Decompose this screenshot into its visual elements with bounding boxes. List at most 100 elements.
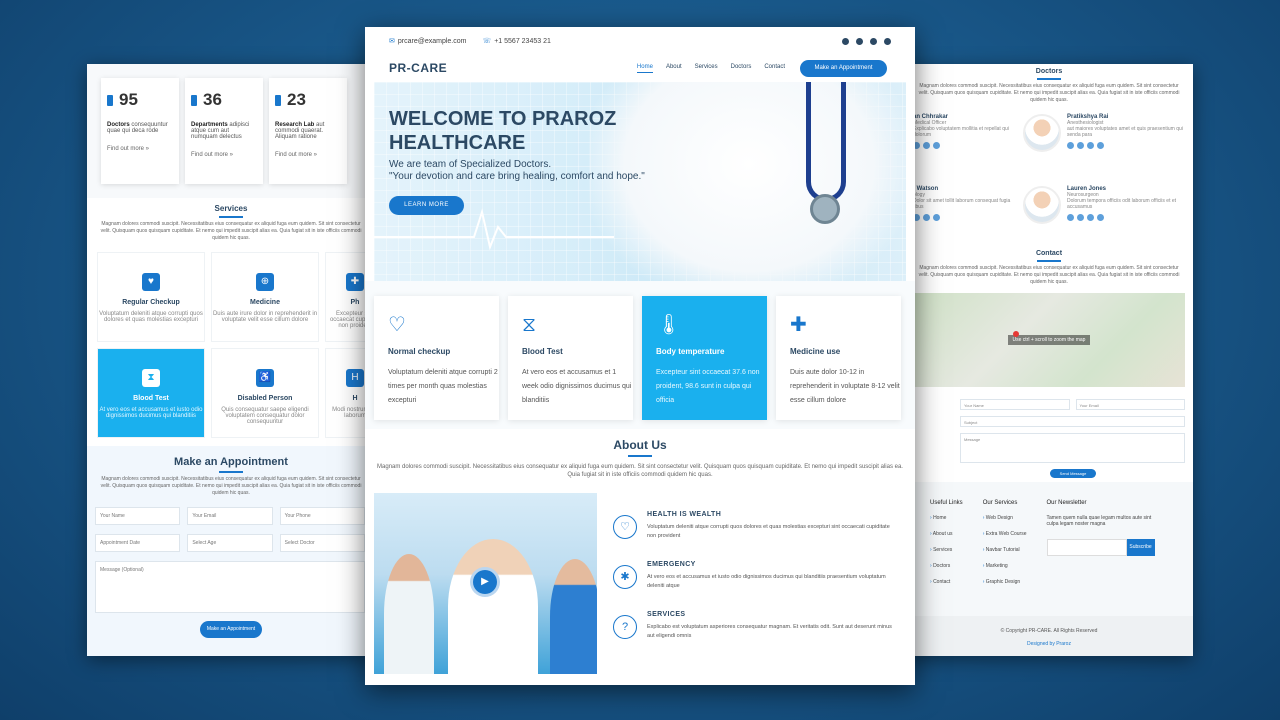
footer-link[interactable]: Navbar Tutorial — [983, 547, 1027, 553]
contact-section: Contact Magnam dolores commodi suscipit.… — [905, 244, 1193, 478]
feature-card[interactable]: ✚ Medicine use Duis aute dolor 10-12 in re… — [776, 296, 901, 420]
date-field[interactable]: Appointment Date — [95, 534, 181, 552]
social-icon[interactable] — [923, 142, 930, 149]
footer-link[interactable]: Doctors — [930, 563, 963, 569]
feature-card[interactable]: ⧖ Blood Test At vero eos et accusamus et 1… — [508, 296, 633, 420]
subscribe-button[interactable]: Subscribe — [1126, 539, 1155, 556]
message-field[interactable]: Message (Optional) — [95, 561, 365, 613]
feature-title: Body temperature — [656, 347, 725, 356]
social-icon[interactable] — [1097, 214, 1104, 221]
about-item-desc: Explicabo est voluptatum asperiores cons… — [647, 624, 892, 639]
doctor-select[interactable]: Select Doctor — [279, 534, 365, 552]
footer-link[interactable]: Contact — [930, 579, 963, 585]
hourglass-icon: ⧗ — [142, 369, 160, 387]
service-card[interactable]: ♿ Disabled Person Quis consequatur saepe e… — [211, 348, 319, 438]
about-item-title: SERVICES — [647, 611, 686, 618]
footer-link[interactable]: Graphic Design — [983, 579, 1027, 585]
message-field[interactable]: Message — [960, 433, 1185, 463]
features-row: ♡ Normal checkup Voluptatum deleniti atque… — [365, 281, 915, 429]
social-icon[interactable] — [1087, 214, 1094, 221]
map-embed[interactable]: Use ctrl + scroll to zoom the map — [913, 293, 1185, 387]
facebook-icon[interactable] — [842, 37, 849, 45]
footer-link[interactable]: Extra Web Course — [983, 531, 1027, 537]
social-icon[interactable] — [923, 214, 930, 221]
play-icon[interactable]: ▶ — [470, 567, 500, 597]
appointment-submit-button[interactable]: Make an Appointment — [200, 621, 262, 638]
footer-link[interactable]: Services — [930, 547, 963, 553]
phone-field[interactable]: Your Phone — [279, 507, 365, 525]
nav-services[interactable]: Services — [695, 64, 718, 73]
copyright-text: © Copyright PR-CARE. All Rights Reserved — [1000, 628, 1098, 634]
linkedin-icon[interactable] — [884, 37, 891, 45]
service-card-active[interactable]: ⧗ Blood Test At vero eos et accusamus et i… — [97, 348, 205, 438]
footer-link[interactable]: About us — [930, 531, 963, 537]
footer-link[interactable]: Home — [930, 515, 963, 521]
hero-banner: WELCOME TO PRAROZ HEALTHCARE We are team… — [374, 82, 906, 281]
doctor-photo — [1023, 186, 1061, 224]
left-preview-panel: 95 Doctors consequuntur quae qui deca ro… — [87, 64, 375, 656]
social-icon[interactable] — [1067, 142, 1074, 149]
feature-card[interactable]: ♡ Normal checkup Voluptatum deleniti atque… — [374, 296, 499, 420]
section-desc: Magnam dolores commodi suscipit. Necessi… — [100, 476, 362, 496]
about-item: ? SERVICES Explicabo est voluptatum asperi… — [613, 611, 892, 641]
send-message-button[interactable]: Send Message — [1050, 469, 1096, 478]
map-pin-icon — [1013, 331, 1019, 337]
instagram-icon[interactable] — [856, 37, 863, 45]
hospital-icon — [191, 94, 197, 106]
service-title: Disabled Person — [237, 395, 293, 402]
stethoscope-image — [806, 82, 846, 202]
designed-by-link[interactable]: Designed by Praroz — [905, 641, 1193, 647]
nav-about[interactable]: About — [666, 64, 682, 73]
footer-link[interactable]: Marketing — [983, 563, 1027, 569]
footer-heading: Useful Links — [930, 500, 963, 506]
feature-card-active[interactable]: 🌡 Body temperature Excepteur sint occaecat… — [642, 296, 767, 420]
feature-title: Medicine use — [790, 347, 841, 356]
nav-contact[interactable]: Contact — [764, 64, 785, 73]
subject-field[interactable]: Subject — [960, 416, 1185, 427]
find-out-more-link[interactable]: Find out more » — [107, 146, 173, 152]
service-title: Blood Test — [133, 395, 169, 402]
twitter-icon[interactable] — [870, 37, 877, 45]
stat-card: 23 Research Lab aut commodi quaerat. Ali… — [269, 78, 347, 184]
learn-more-button[interactable]: LEARN MORE — [389, 196, 464, 215]
doctor-figure — [448, 539, 538, 674]
social-icon[interactable] — [1077, 214, 1084, 221]
find-out-more-link[interactable]: Find out more » — [191, 152, 257, 158]
section-desc: Magnam dolores commodi suscipit. Necessi… — [377, 464, 903, 478]
make-appointment-button[interactable]: Make an Appointment — [800, 59, 887, 77]
asterisk-icon: ✱ — [613, 565, 637, 589]
main-preview-panel: ✉ prcare@example.com ☏ +1 5567 23453 21 PR… — [365, 27, 915, 685]
footer-link[interactable]: Web Design — [983, 515, 1027, 521]
social-icon[interactable] — [933, 142, 940, 149]
social-icon[interactable] — [1077, 142, 1084, 149]
nav-home[interactable]: Home — [636, 64, 653, 73]
social-icon[interactable] — [933, 214, 940, 221]
copyright-bar: © Copyright PR-CARE. All Rights Reserved… — [905, 616, 1193, 656]
email-field[interactable]: Your Email — [1075, 399, 1185, 410]
find-out-more-link[interactable]: Find out more » — [275, 152, 341, 158]
feature-title: Blood Test — [522, 347, 563, 356]
stat-card: 36 Departments adipisci atque cum aut nu… — [185, 78, 263, 184]
feature-desc: At vero eos et accusamus et 1 week odio … — [522, 369, 632, 404]
social-icon[interactable] — [1067, 214, 1074, 221]
service-title: Medicine — [250, 299, 280, 306]
thermometer-icon: 🌡 — [656, 314, 682, 336]
logo[interactable]: PR-CARE — [389, 61, 637, 75]
age-select[interactable]: Select Age — [187, 534, 273, 552]
service-card[interactable]: ♥ Regular Checkup Voluptatum deleniti atqu… — [97, 252, 205, 342]
service-card[interactable]: ⊕ Medicine Duis aute irure dolor in repreh… — [211, 252, 319, 342]
email-field[interactable]: Your Email — [187, 507, 273, 525]
name-field[interactable]: Your Name — [95, 507, 181, 525]
contact-email[interactable]: prcare@example.com — [398, 38, 467, 45]
nav-doctors[interactable]: Doctors — [731, 64, 752, 73]
about-video-thumbnail[interactable]: ▶ — [374, 493, 597, 674]
phone-icon: ☏ — [482, 38, 492, 45]
feature-desc: Duis aute dolor 10-12 in reprehenderit i… — [790, 369, 900, 404]
hand-medical-icon: ✚ — [790, 314, 807, 336]
question-icon: ? — [613, 615, 637, 639]
section-title: Contact — [1035, 250, 1063, 257]
social-icon[interactable] — [1087, 142, 1094, 149]
social-icon[interactable] — [1097, 142, 1104, 149]
name-field[interactable]: Your Name — [960, 399, 1070, 410]
newsletter-input[interactable] — [1046, 539, 1127, 556]
